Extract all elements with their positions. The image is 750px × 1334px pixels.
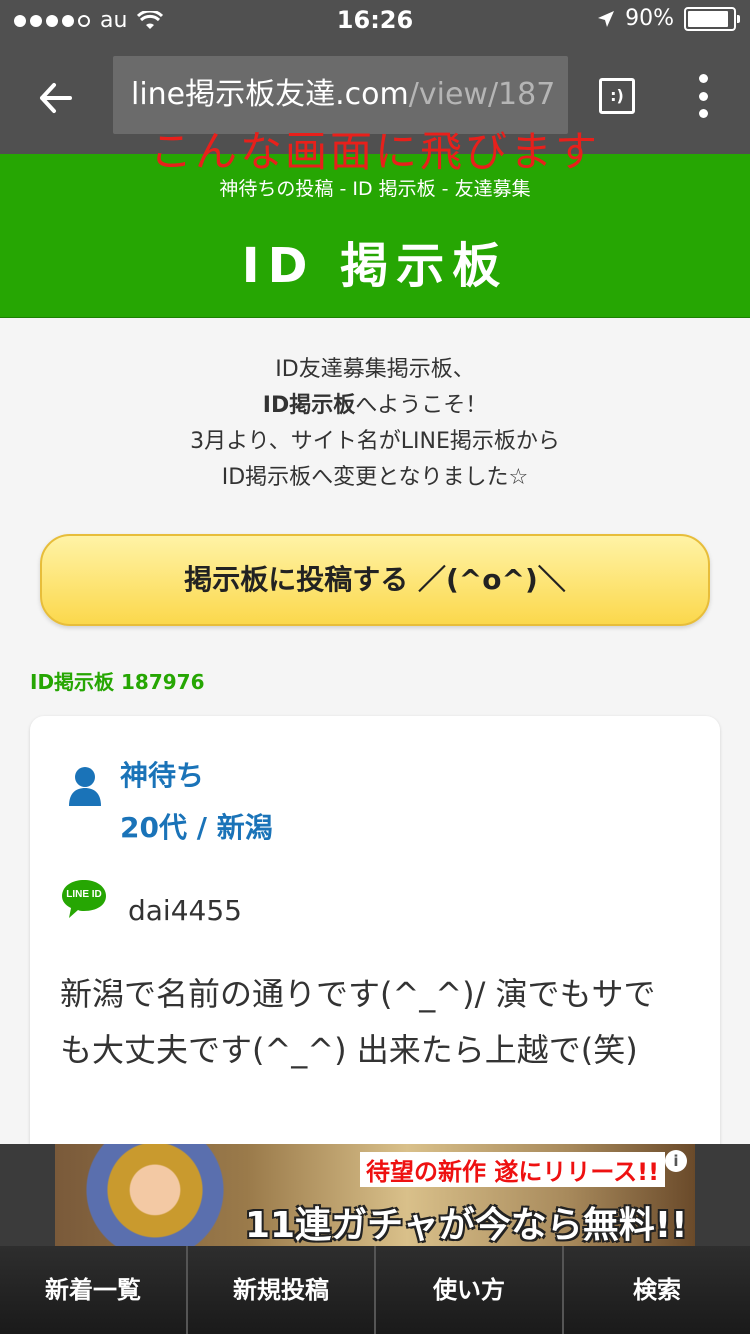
board-id-label: ID掲示板 187976 — [30, 670, 205, 694]
intro-welcome: へようこそ！ — [355, 393, 488, 418]
user-icon — [69, 767, 101, 806]
url-host: line掲示板友達.com — [131, 77, 409, 112]
line-id-value[interactable]: dai4455 — [128, 894, 242, 927]
back-arrow-icon[interactable] — [36, 78, 76, 118]
ad-banner-container: 待望の新作 遂にリリース!! 11連ガチャが今なら無料!! i — [0, 1144, 750, 1246]
intro-text: ID友達募集掲示板、 ID掲示板へようこそ！ 3月より、サイト名がLINE掲示板… — [0, 352, 750, 496]
bottom-nav: 新着一覧 新規投稿 使い方 検索 — [0, 1246, 750, 1334]
nav-new-list[interactable]: 新着一覧 — [0, 1246, 186, 1334]
intro-site-name: ID掲示板 — [262, 393, 356, 418]
battery-icon — [684, 6, 740, 31]
url-path: /view/187 — [408, 77, 556, 112]
nav-how-to-use[interactable]: 使い方 — [374, 1246, 562, 1334]
intro-line-4: ID掲示板へ変更となりました☆ — [221, 465, 529, 490]
ad-banner[interactable]: 待望の新作 遂にリリース!! 11連ガチャが今なら無料!! i — [55, 1144, 695, 1246]
tab-switcher-button[interactable]: :) — [599, 78, 635, 114]
intro-line-2: ID掲示板へようこそ！ — [0, 388, 750, 424]
poster-name[interactable]: 神待ち — [120, 754, 204, 794]
ad-tagline: 11連ガチャが今なら無料!! — [245, 1205, 688, 1246]
line-id-icon: LINE ID — [62, 880, 106, 918]
ad-headline: 待望の新作 遂にリリース!! — [360, 1152, 666, 1187]
location-arrow-icon — [598, 10, 615, 27]
poster-age-location: 20代 / 新潟 — [120, 811, 273, 844]
intro-line-3: 3月より、サイト名がLINE掲示板から — [190, 429, 560, 454]
post-body: 新潟で名前の通りです(^_^)/ 演でもサでも大丈夫です(^_^) 出来たら上越… — [60, 975, 656, 1069]
ad-character-image — [65, 1144, 265, 1246]
post-to-board-button[interactable]: 掲示板に投稿する ／(^o^)＼ — [40, 534, 710, 626]
nav-new-post[interactable]: 新規投稿 — [186, 1246, 374, 1334]
site-logo[interactable]: ID 掲示板 — [0, 226, 750, 296]
status-bar: au 16:26 90% — [0, 0, 750, 42]
ad-info-icon[interactable]: i — [665, 1150, 687, 1172]
battery-percent: 90% — [625, 6, 674, 31]
overlay-caption: こんな画面に飛びます — [150, 127, 601, 176]
intro-line-1: ID友達募集掲示板、 — [275, 357, 475, 382]
overflow-menu-icon[interactable] — [697, 74, 709, 118]
line-badge-text: LINE ID — [66, 889, 102, 900]
post-card: 神待ち 20代 / 新潟 LINE ID dai4455 新潟で名前の通りです(… — [30, 716, 720, 1176]
nav-search[interactable]: 検索 — [562, 1246, 750, 1334]
